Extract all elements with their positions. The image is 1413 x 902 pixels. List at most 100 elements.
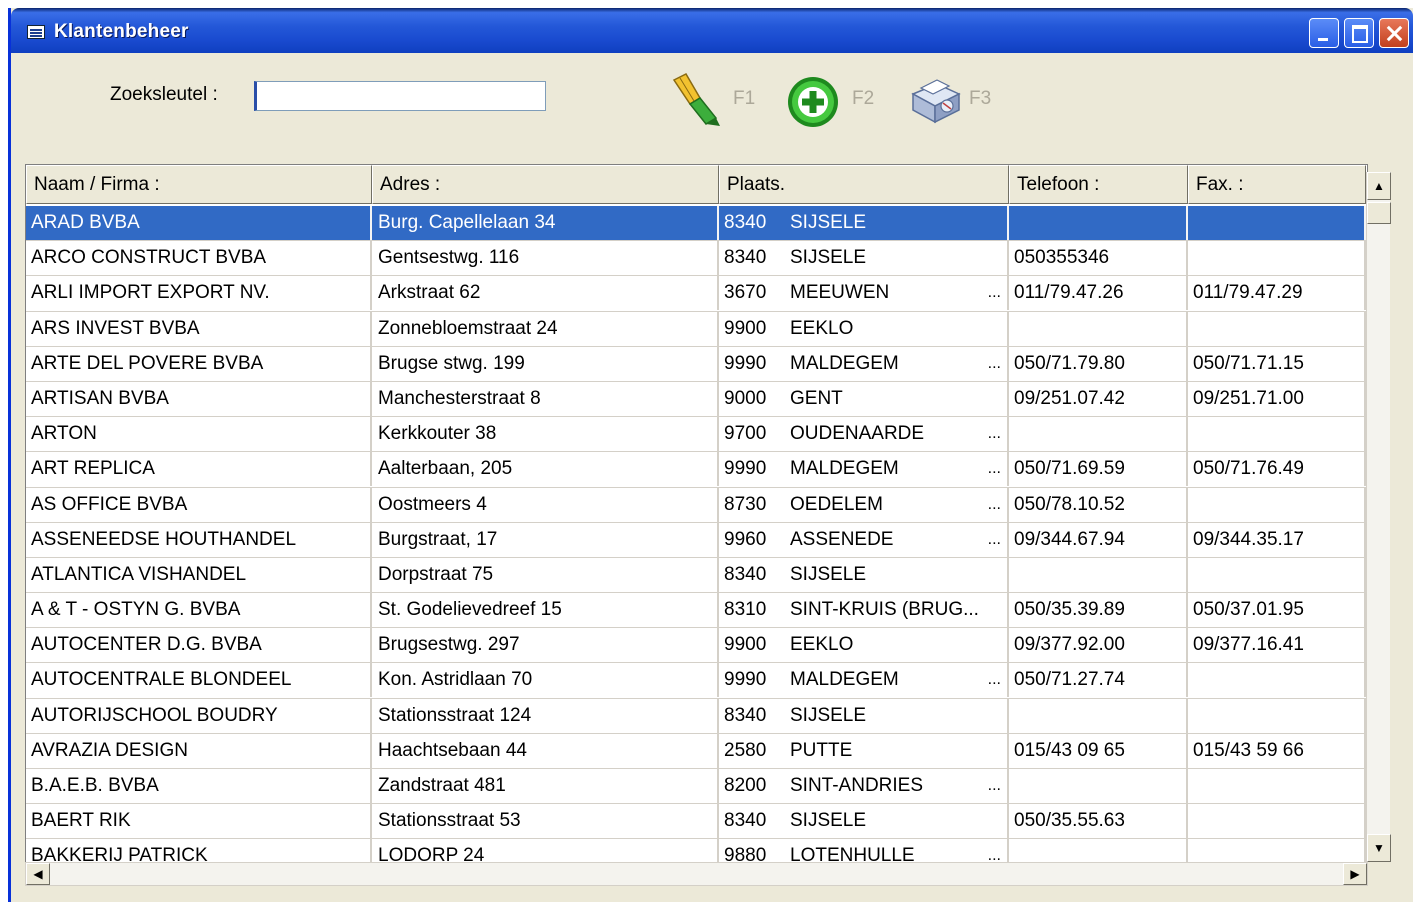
more-indicator: ... [987, 284, 1001, 302]
cell-city: 8730 OEDELEM... [719, 487, 1009, 522]
scroll-left-button[interactable]: ◀ [26, 863, 50, 885]
cell-phone [1009, 206, 1188, 240]
cell-city-name: MALDEGEM [790, 669, 899, 691]
cell-city-name: PUTTE [790, 739, 853, 761]
table-row[interactable]: AS OFFICE BVBA Oostmeers 4 8730 OEDELEM... 0… [26, 487, 1366, 523]
vertical-scrollbar[interactable]: ▲ ▼ [1366, 172, 1391, 862]
cell-postcode: 9990 [724, 352, 767, 374]
cell-fax [1188, 698, 1366, 733]
cell-fax [1188, 417, 1366, 452]
cell-fax: 050/71.71.15 [1188, 346, 1366, 381]
cell-address: Brugsestwg. 297 [372, 628, 719, 663]
cell-phone: 050/78.10.52 [1009, 487, 1188, 522]
table-row[interactable]: AUTORIJSCHOOL BOUDRY Stationsstraat 124 83… [26, 698, 1366, 734]
search-input[interactable] [254, 81, 546, 111]
column-header-phone[interactable]: Telefoon : [1009, 165, 1188, 204]
cell-phone [1009, 417, 1188, 452]
cell-address: St. Godelievedreef 15 [372, 593, 719, 628]
more-indicator: ... [987, 425, 1001, 443]
table-row[interactable]: ARS INVEST BVBA Zonnebloemstraat 24 9900 EE… [26, 311, 1366, 347]
more-indicator: ... [987, 777, 1001, 794]
scroll-thumb[interactable] [1367, 202, 1391, 224]
print-button[interactable] [903, 72, 965, 124]
cell-fax: 050/37.01.95 [1188, 593, 1366, 628]
table-row[interactable]: ART REPLICA Aalterbaan, 205 9990 MALDEGEM..… [26, 452, 1366, 488]
cell-phone: 050/35.55.63 [1009, 804, 1188, 839]
column-header-city[interactable]: Plaats. [719, 165, 1009, 204]
table-row[interactable]: ARTISAN BVBA Manchesterstraat 8 9000 GENT 09… [26, 381, 1366, 418]
cell-address: Manchesterstraat 8 [372, 381, 719, 416]
cell-phone [1009, 698, 1188, 733]
cell-city-name: GENT [790, 387, 843, 409]
scroll-right-button[interactable]: ▶ [1343, 863, 1367, 885]
cell-phone: 09/344.67.94 [1009, 522, 1188, 557]
cell-city: 8340 SIJSELE [719, 804, 1009, 839]
cell-city-name: EEKLO [790, 317, 854, 339]
table-row[interactable]: B.A.E.B. BVBA Zandstraat 481 8200 SINT-ANDR… [26, 769, 1366, 805]
table-row[interactable]: ATLANTICA VISHANDEL Dorpstraat 75 8340 SIJS… [26, 557, 1366, 594]
cell-phone: 09/377.92.00 [1009, 628, 1188, 663]
cell-postcode: 9990 [724, 458, 767, 480]
cell-fax [1188, 487, 1366, 522]
table-row[interactable]: ARTE DEL POVERE BVBA Brugse stwg. 199 9990… [26, 346, 1366, 382]
cell-city-name: SIJSELE [790, 810, 867, 832]
cell-phone [1009, 311, 1188, 346]
column-header-address[interactable]: Adres : [372, 165, 719, 204]
cell-city-name: EEKLO [790, 634, 854, 656]
cell-fax [1188, 769, 1366, 803]
cell-city-name: SINT-ANDRIES [790, 775, 924, 796]
cell-fax [1188, 241, 1366, 276]
window-title: Klantenbeheer [54, 21, 189, 42]
cell-name: AUTOCENTRALE BLONDEEL [26, 663, 372, 698]
table-row[interactable]: A & T - OSTYN G. BVBA St. Godelievedreef … [26, 593, 1366, 629]
cell-city: 8340 SIJSELE [719, 206, 1009, 240]
cell-phone [1009, 769, 1188, 803]
edit-button[interactable] [666, 72, 726, 126]
cell-phone: 050/71.27.74 [1009, 663, 1188, 698]
column-header-name[interactable]: Naam / Firma : [26, 165, 372, 204]
add-button[interactable] [785, 72, 841, 127]
table-row[interactable]: AUTOCENTER D.G. BVBA Brugsestwg. 297 9900 E… [26, 628, 1366, 664]
horizontal-scrollbar[interactable]: ◀ ▶ [25, 862, 1368, 886]
search-label: Zoeksleutel : [110, 84, 218, 105]
table-row[interactable]: AUTOCENTRALE BLONDEEL Kon. Astridlaan 70 9… [26, 663, 1366, 699]
scroll-up-button[interactable]: ▲ [1367, 172, 1391, 200]
table-row[interactable]: ARAD BVBA Burg. Capellelaan 34 8340 SIJSELE [26, 206, 1366, 242]
add-icon [788, 77, 838, 127]
cell-city-name: MALDEGEM [790, 352, 899, 374]
cell-city-name: OEDELEM [790, 493, 883, 515]
cell-fax: 050/71.76.49 [1188, 452, 1366, 487]
cell-postcode: 9900 [724, 317, 767, 339]
cell-name: ART REPLICA [26, 452, 372, 487]
cell-address: Burg. Capellelaan 34 [372, 206, 719, 240]
column-header-fax[interactable]: Fax. : [1188, 165, 1366, 204]
cell-postcode: 9900 [724, 634, 767, 656]
cell-postcode: 9960 [724, 528, 767, 550]
table-row[interactable]: ASSENEEDSE HOUTHANDEL Burgstraat, 17 9960 A… [26, 522, 1366, 558]
table-row[interactable]: BAERT RIK Stationsstraat 53 8340 SIJSELE 050… [26, 804, 1366, 840]
cell-city-name: MALDEGEM [790, 458, 899, 480]
cell-city-name: SIJSELE [790, 704, 867, 726]
table-row[interactable]: AVRAZIA DESIGN Haachtsebaan 44 2580 PUTTE 01… [26, 733, 1366, 769]
minimize-button[interactable] [1309, 18, 1339, 48]
maximize-button[interactable] [1344, 18, 1374, 48]
cell-address: Zonnebloemstraat 24 [372, 311, 719, 346]
cell-name: ARAD BVBA [26, 206, 372, 240]
cell-city: 9990 MALDEGEM... [719, 452, 1009, 487]
cell-fax: 011/79.47.29 [1188, 276, 1366, 311]
cell-phone: 015/43 09 65 [1009, 733, 1188, 768]
table-row[interactable]: ARCO CONSTRUCT BVBA Gentsestwg. 116 8340 SI… [26, 241, 1366, 277]
close-button[interactable] [1379, 18, 1409, 48]
table-row[interactable]: ARLI IMPORT EXPORT NV. Arkstraat 62 3670 ME… [26, 276, 1366, 312]
f3-key-label: F3 [969, 88, 992, 109]
cell-city-name: ASSENEDE [790, 528, 894, 550]
cell-address: Burgstraat, 17 [372, 522, 719, 557]
cell-phone: 050355346 [1009, 241, 1188, 276]
cell-address: Dorpstraat 75 [372, 557, 719, 592]
table-row[interactable]: ARTON Kerkkouter 38 9700 OUDENAARDE... [26, 417, 1366, 453]
f2-key-label: F2 [852, 88, 875, 109]
title-bar[interactable]: Klantenbeheer [11, 8, 1413, 53]
cell-name: ARCO CONSTRUCT BVBA [26, 241, 372, 276]
scroll-down-button[interactable]: ▼ [1367, 834, 1391, 862]
cell-name: A & T - OSTYN G. BVBA [26, 593, 372, 628]
